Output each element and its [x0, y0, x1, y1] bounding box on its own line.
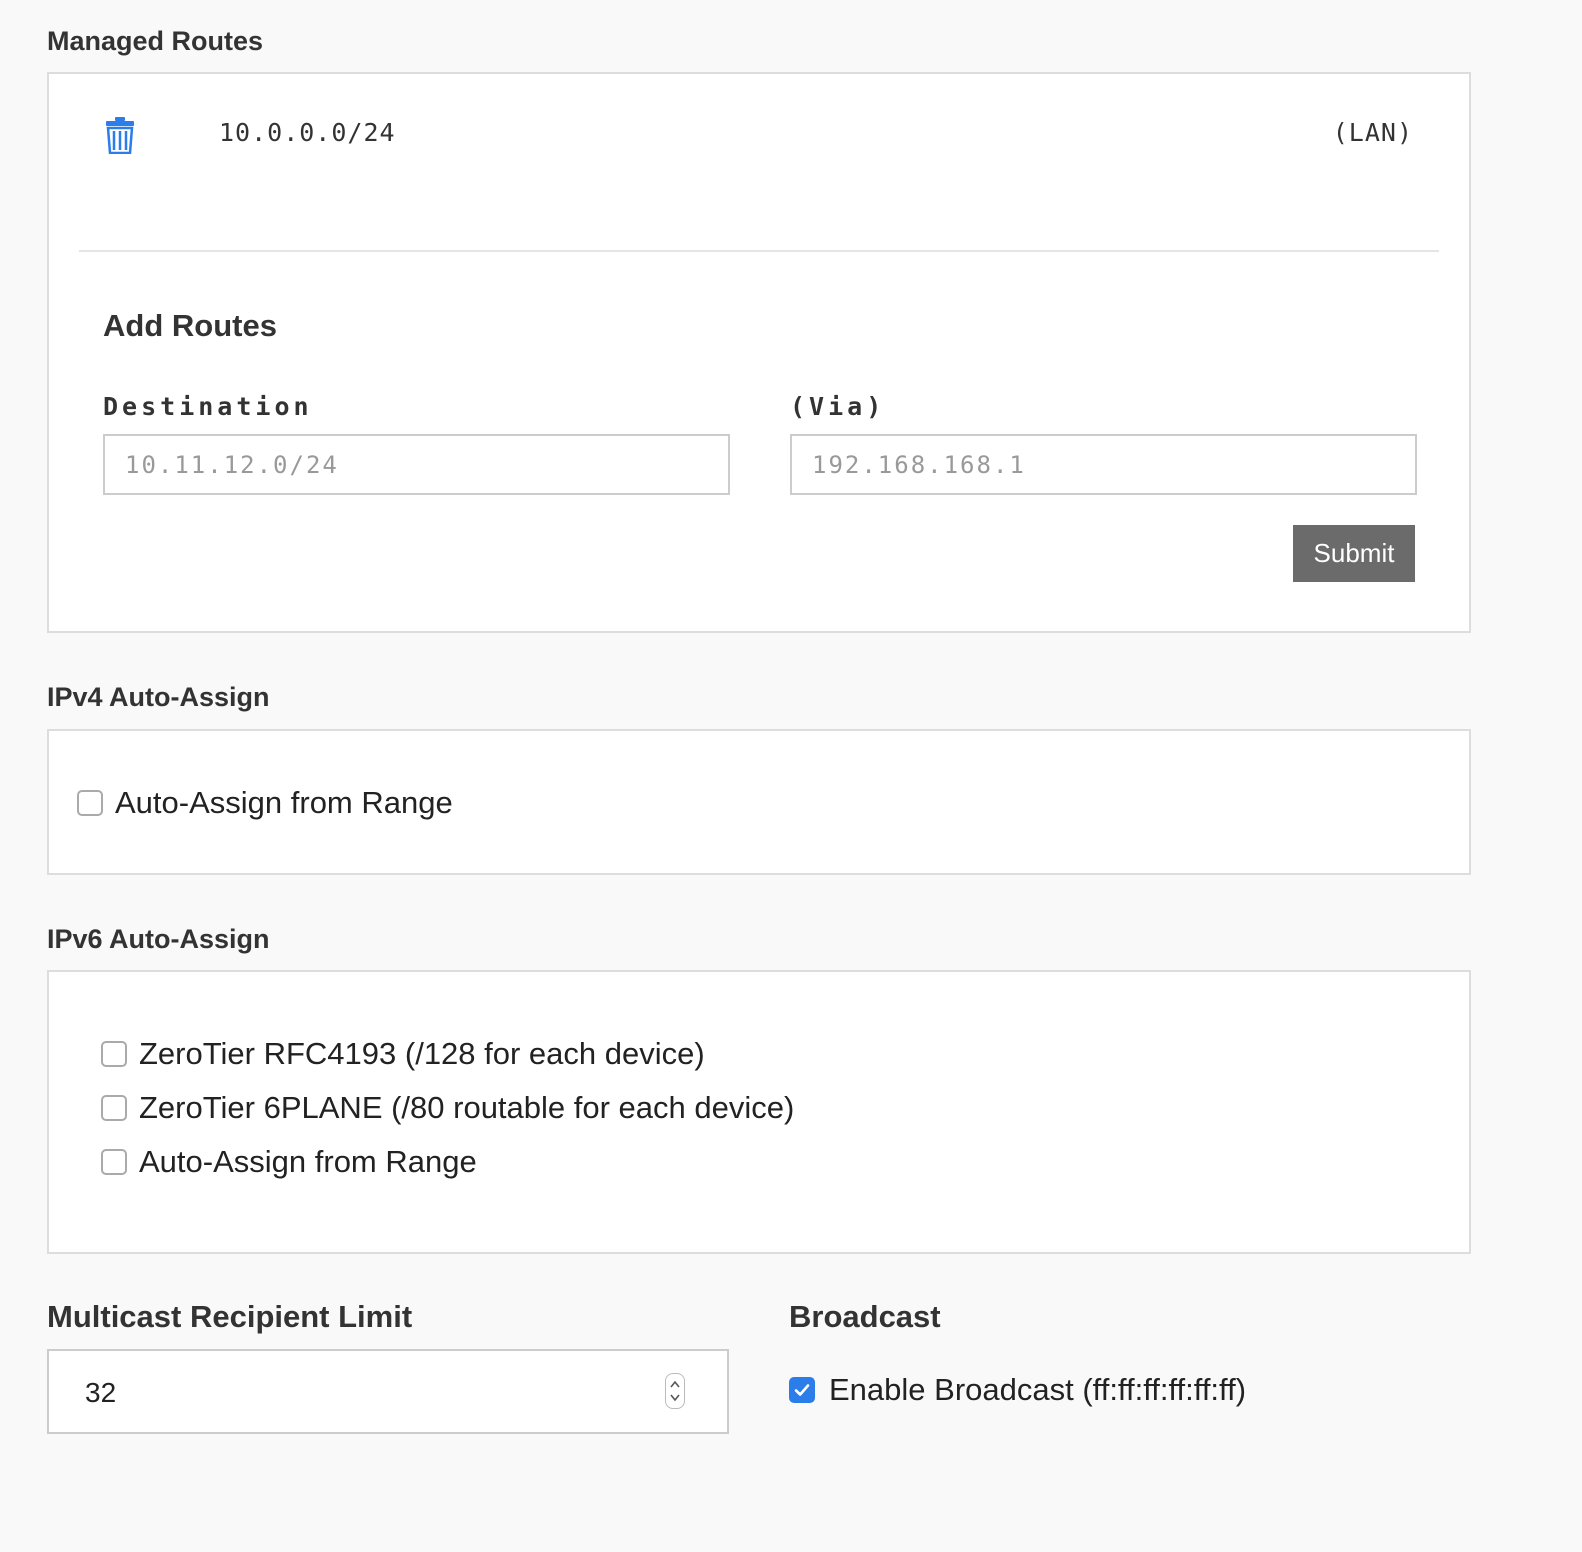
6plane-checkbox[interactable] [101, 1095, 127, 1121]
broadcast-checkbox[interactable] [789, 1377, 815, 1403]
broadcast-title: Broadcast [789, 1299, 941, 1334]
route-row: 10.0.0.0/24 (LAN) [49, 74, 1469, 194]
destination-label: Destination [103, 392, 313, 421]
via-input[interactable] [790, 434, 1417, 495]
broadcast-option[interactable]: Enable Broadcast (ff:ff:ff:ff:ff:ff) [789, 1372, 1246, 1408]
multicast-limit-title: Multicast Recipient Limit [47, 1299, 413, 1334]
ipv4-panel: Auto-Assign from Range [47, 729, 1471, 875]
ipv6-6plane-option[interactable]: ZeroTier 6PLANE (/80 routable for each d… [101, 1090, 794, 1126]
managed-routes-panel: 10.0.0.0/24 (LAN) Add Routes Destination… [47, 72, 1471, 633]
route-destination: 10.0.0.0/24 [219, 118, 396, 147]
divider [79, 250, 1439, 252]
ipv4-range-label: Auto-Assign from Range [115, 785, 453, 820]
ipv6-range-option[interactable]: Auto-Assign from Range [101, 1144, 477, 1180]
ipv6-auto-assign-title: IPv6 Auto-Assign [47, 924, 270, 954]
submit-button[interactable]: Submit [1293, 525, 1415, 582]
multicast-limit-value: 32 [85, 1377, 117, 1408]
ipv6-rfc4193-option[interactable]: ZeroTier RFC4193 (/128 for each device) [101, 1036, 705, 1072]
rfc4193-checkbox[interactable] [101, 1041, 127, 1067]
checkmark-icon [794, 1384, 810, 1396]
6plane-label: ZeroTier 6PLANE (/80 routable for each d… [139, 1090, 795, 1125]
ipv6-panel: ZeroTier RFC4193 (/128 for each device) … [47, 970, 1471, 1254]
ipv4-auto-assign-option[interactable]: Auto-Assign from Range [77, 785, 453, 821]
via-label: (Via) [790, 392, 886, 421]
broadcast-label: Enable Broadcast (ff:ff:ff:ff:ff:ff) [829, 1372, 1247, 1407]
trash-icon[interactable] [105, 116, 135, 155]
add-routes-title: Add Routes [103, 308, 277, 343]
ipv4-range-checkbox[interactable] [77, 790, 103, 816]
ipv6-range-label: Auto-Assign from Range [139, 1144, 477, 1179]
ipv4-auto-assign-title: IPv4 Auto-Assign [47, 682, 270, 712]
destination-input[interactable] [103, 434, 730, 495]
ipv6-range-checkbox[interactable] [101, 1149, 127, 1175]
rfc4193-label: ZeroTier RFC4193 (/128 for each device) [139, 1036, 705, 1071]
route-via: (LAN) [1332, 118, 1413, 147]
managed-routes-title: Managed Routes [47, 26, 264, 56]
multicast-limit-input[interactable]: 32 [47, 1349, 729, 1434]
spinner-arrows-icon[interactable] [665, 1373, 685, 1409]
